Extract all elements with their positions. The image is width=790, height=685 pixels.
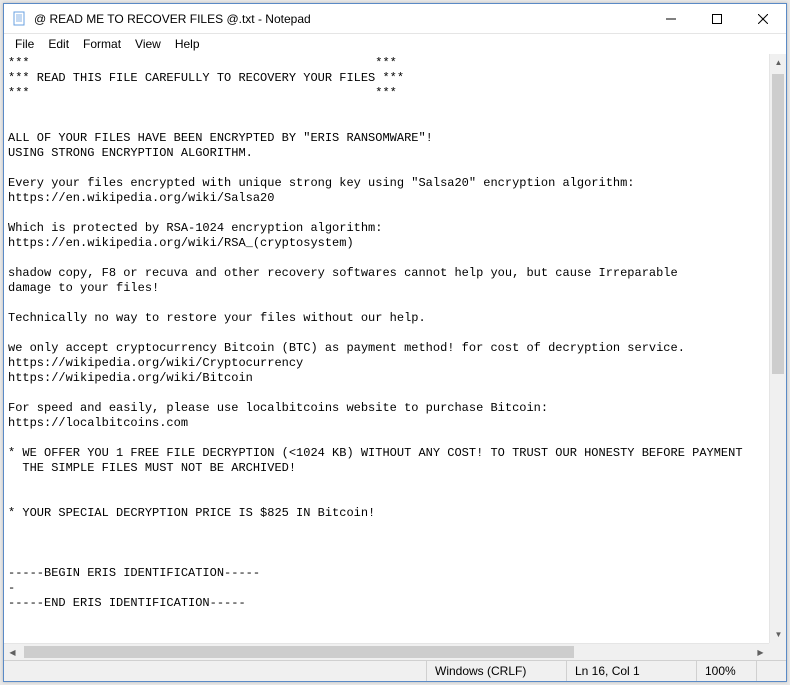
scroll-down-arrow-icon[interactable]: ▼	[770, 626, 787, 643]
minimize-button[interactable]	[648, 4, 694, 33]
scroll-left-arrow-icon[interactable]: ◀	[4, 644, 21, 661]
vertical-scrollbar[interactable]: ▲ ▼	[769, 54, 786, 643]
window-title: @ READ ME TO RECOVER FILES @.txt - Notep…	[34, 12, 648, 26]
statusbar: Windows (CRLF) Ln 16, Col 1 100%	[4, 660, 786, 681]
menu-edit[interactable]: Edit	[41, 36, 76, 52]
status-position: Ln 16, Col 1	[566, 661, 696, 681]
vertical-scroll-thumb[interactable]	[772, 74, 784, 374]
menu-view[interactable]: View	[128, 36, 168, 52]
menubar: File Edit Format View Help	[4, 34, 786, 54]
scroll-right-arrow-icon[interactable]: ▶	[752, 644, 769, 661]
scroll-up-arrow-icon[interactable]: ▲	[770, 54, 787, 71]
horizontal-scrollbar[interactable]: ◀ ▶	[4, 643, 769, 660]
maximize-button[interactable]	[694, 4, 740, 33]
status-encoding: Windows (CRLF)	[426, 661, 566, 681]
horizontal-scroll-thumb[interactable]	[24, 646, 574, 658]
notepad-window: @ READ ME TO RECOVER FILES @.txt - Notep…	[3, 3, 787, 682]
titlebar[interactable]: @ READ ME TO RECOVER FILES @.txt - Notep…	[4, 4, 786, 34]
menu-help[interactable]: Help	[168, 36, 207, 52]
menu-file[interactable]: File	[8, 36, 41, 52]
status-zoom: 100%	[696, 661, 756, 681]
menu-format[interactable]: Format	[76, 36, 128, 52]
window-controls	[648, 4, 786, 33]
status-extra	[756, 661, 786, 681]
scrollbar-corner	[769, 643, 786, 660]
text-editor[interactable]: *** *** *** READ THIS FILE CAREFULLY TO …	[4, 54, 786, 681]
app-icon	[12, 11, 28, 27]
close-button[interactable]	[740, 4, 786, 33]
